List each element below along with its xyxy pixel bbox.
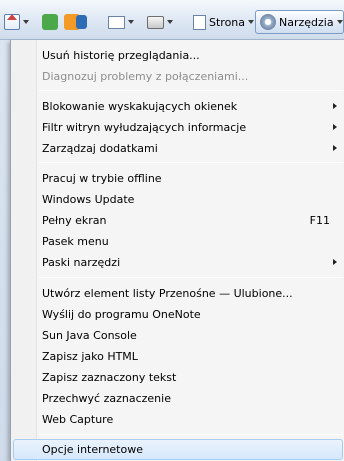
menu-item-capture-selection[interactable]: Przechwyć zaznaczenie — [42, 388, 342, 409]
mail-dropdown-arrow-icon[interactable] — [128, 20, 134, 24]
menu-item-popup-blocker[interactable]: Blokowanie wyskakujących okienek — [42, 96, 342, 117]
menu-item-label: Wyślij do programu OneNote — [42, 308, 201, 321]
menu-item-web-capture[interactable]: Web Capture — [42, 409, 342, 430]
menu-item-label: Filtr witryn wyłudzających informacje — [42, 121, 247, 134]
menu-item-label: Usuń historię przeglądania... — [42, 49, 200, 62]
menu-item-internet-options[interactable]: Opcje internetowe — [13, 439, 343, 460]
submenu-arrow-icon — [333, 145, 337, 151]
menu-item-label: Zapisz jako HTML — [42, 350, 138, 363]
submenu-arrow-icon — [333, 259, 337, 265]
menu-item-label: Diagnozuj problemy z połączeniami... — [42, 70, 249, 83]
menu-item-manage-addons[interactable]: Zarządzaj dodatkami — [42, 138, 342, 159]
menu-separator — [39, 434, 343, 435]
menu-item-label: Pracuj w trybie offline — [42, 172, 162, 185]
command-bar: Strona Narzędzia — [0, 0, 344, 40]
menu-item-java-console[interactable]: Sun Java Console — [42, 325, 342, 346]
menu-item-label: Zapisz zaznaczony tekst — [42, 371, 177, 384]
feeds-icon — [42, 14, 58, 30]
menu-item-label: Sun Java Console — [42, 329, 137, 342]
feed-overlay-icon — [76, 15, 87, 29]
home-dropdown-arrow-icon[interactable] — [23, 20, 29, 24]
menu-item-mobile-favorites[interactable]: Utwórz element listy Przenośne — Ulubion… — [42, 283, 342, 304]
menu-item-windows-update[interactable]: Windows Update — [42, 189, 342, 210]
submenu-arrow-icon — [333, 124, 337, 130]
tools-menu-label: Narzędzia — [279, 15, 334, 29]
menu-item-delete-history[interactable]: Usuń historię przeglądania... — [42, 45, 342, 66]
menu-item-save-selected-text[interactable]: Zapisz zaznaczony tekst — [42, 367, 342, 388]
menu-icon-gutter — [11, 40, 37, 461]
menu-item-label: Przechwyć zaznaczenie — [42, 392, 171, 405]
menu-item-label: Pełny ekran — [42, 214, 107, 227]
feeds-discovery-button[interactable] — [64, 12, 87, 32]
page-dropdown-arrow-icon — [248, 20, 255, 24]
menu-separator — [39, 277, 343, 278]
home-button[interactable] — [4, 12, 29, 32]
home-icon — [4, 14, 20, 30]
printer-icon — [147, 15, 164, 29]
menu-item-label: Web Capture — [42, 413, 114, 426]
menu-item-label: Opcje internetowe — [42, 443, 143, 456]
page-menu-label: Strona — [209, 15, 246, 29]
page-icon — [193, 14, 206, 30]
menu-item-label: Windows Update — [42, 193, 135, 206]
submenu-arrow-icon — [333, 103, 337, 109]
page-menu-button[interactable]: Strona — [193, 12, 255, 32]
menu-item-shortcut: F11 — [309, 214, 330, 227]
menu-item-diagnose-connection: Diagnozuj problemy z połączeniami... — [42, 66, 342, 87]
menu-separator — [39, 90, 343, 91]
menu-item-label: Pasek menu — [42, 235, 109, 248]
tools-dropdown-menu: Usuń historię przeglądania... Diagnozuj … — [10, 40, 344, 461]
menu-item-toolbars[interactable]: Paski narzędzi — [42, 252, 342, 273]
menu-item-full-screen[interactable]: Pełny ekran F11 — [42, 210, 342, 231]
print-dropdown-arrow-icon[interactable] — [167, 20, 173, 24]
menu-item-menu-bar[interactable]: Pasek menu — [42, 231, 342, 252]
menu-item-label: Zarządzaj dodatkami — [42, 142, 158, 155]
menu-item-label: Paski narzędzi — [42, 256, 121, 269]
tools-dropdown-arrow-icon — [336, 20, 343, 24]
mail-button[interactable] — [108, 12, 134, 32]
menu-item-work-offline[interactable]: Pracuj w trybie offline — [42, 168, 342, 189]
menu-item-label: Utwórz element listy Przenośne — Ulubion… — [42, 287, 293, 300]
gear-icon — [260, 14, 276, 30]
menu-item-label: Blokowanie wyskakujących okienek — [42, 100, 238, 113]
menu-separator — [39, 162, 343, 163]
menu-item-phishing-filter[interactable]: Filtr witryn wyłudzających informacje — [42, 117, 342, 138]
menu-item-save-as-html[interactable]: Zapisz jako HTML — [42, 346, 342, 367]
tools-menu-button[interactable]: Narzędzia — [255, 10, 344, 34]
mail-icon — [108, 15, 125, 29]
print-button[interactable] — [147, 12, 173, 32]
menu-item-send-to-onenote[interactable]: Wyślij do programu OneNote — [42, 304, 342, 325]
feeds-button[interactable] — [42, 12, 58, 32]
